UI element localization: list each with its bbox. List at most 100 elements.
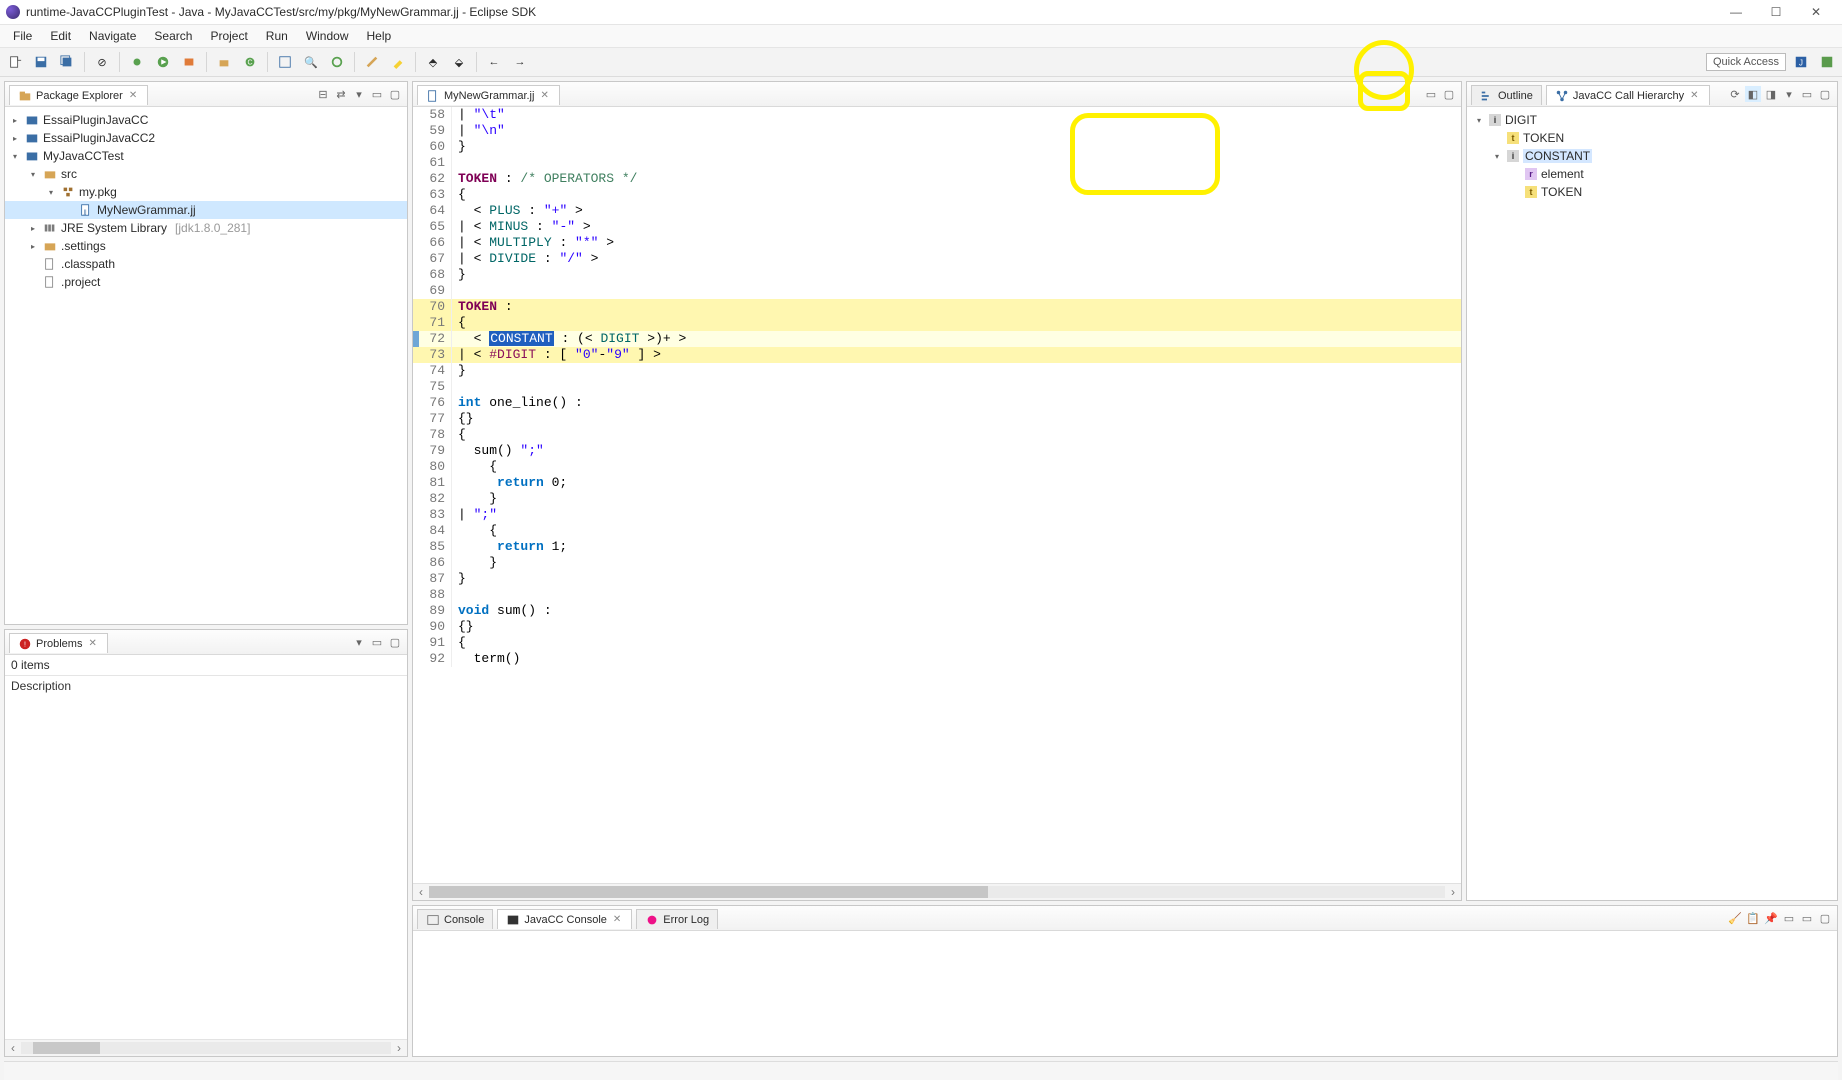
close-icon[interactable]: ✕ xyxy=(1688,90,1700,101)
svg-text:J: J xyxy=(1799,59,1803,68)
maximize-view-button[interactable]: ▢ xyxy=(1441,86,1457,102)
file-row[interactable]: jj MyNewGrammar.jj xyxy=(5,201,407,219)
tree-row[interactable]: ▾ i DIGIT xyxy=(1469,111,1835,129)
new-class-button[interactable]: C xyxy=(239,51,261,73)
source-folder-row[interactable]: ▾ src xyxy=(5,165,407,183)
close-icon[interactable]: ✕ xyxy=(127,90,139,101)
project-row[interactable]: ▾ MyJavaCCTest xyxy=(5,147,407,165)
history-button[interactable]: ▾ xyxy=(1781,86,1797,102)
tree-row[interactable]: r element xyxy=(1469,165,1835,183)
skip-breakpoints-button[interactable]: ⊘ xyxy=(91,51,113,73)
package-explorer-tree[interactable]: ▸ EssaiPluginJavaCC ▸ EssaiPluginJavaCC2… xyxy=(5,107,407,295)
menu-edit[interactable]: Edit xyxy=(41,27,80,45)
maximize-view-button[interactable]: ▢ xyxy=(387,86,403,102)
new-button[interactable] xyxy=(4,51,26,73)
collapse-all-button[interactable]: ⊟ xyxy=(315,86,331,102)
project-row[interactable]: ▸ EssaiPluginJavaCC2 xyxy=(5,129,407,147)
new-package-button[interactable] xyxy=(213,51,235,73)
minimize-view-button[interactable]: ▭ xyxy=(369,634,385,650)
back-button[interactable]: ← xyxy=(483,51,505,73)
clear-console-button[interactable]: 🧹 xyxy=(1727,910,1743,926)
problems-tab[interactable]: ! Problems ✕ xyxy=(9,633,108,653)
maximize-view-button[interactable]: ▢ xyxy=(1817,910,1833,926)
tree-row[interactable]: t TOKEN xyxy=(1469,183,1835,201)
ext-tools-button[interactable] xyxy=(178,51,200,73)
maximize-view-button[interactable]: ▢ xyxy=(1817,86,1833,102)
menu-file[interactable]: File xyxy=(4,27,41,45)
error-log-tab[interactable]: Error Log xyxy=(636,909,718,929)
menu-window[interactable]: Window xyxy=(297,27,358,45)
close-icon[interactable]: ✕ xyxy=(86,638,98,649)
jre-version: [jdk1.8.0_281] xyxy=(171,221,250,235)
callees-button[interactable]: ◨ xyxy=(1763,86,1779,102)
close-icon[interactable]: ✕ xyxy=(611,914,623,925)
copy-console-button[interactable]: 📋 xyxy=(1745,910,1761,926)
menu-help[interactable]: Help xyxy=(358,27,401,45)
save-all-button[interactable] xyxy=(56,51,78,73)
perspective-debug-button[interactable] xyxy=(1816,51,1838,73)
open-type-button[interactable] xyxy=(274,51,296,73)
menu-project[interactable]: Project xyxy=(201,27,256,45)
project-row[interactable]: ▸ EssaiPluginJavaCC xyxy=(5,111,407,129)
tree-row[interactable]: t TOKEN xyxy=(1469,129,1835,147)
maximize-button[interactable]: ☐ xyxy=(1756,1,1796,23)
forward-button[interactable]: → xyxy=(509,51,531,73)
problems-hscrollbar[interactable]: ‹› xyxy=(5,1039,407,1056)
file-row[interactable]: .project xyxy=(5,273,407,291)
call-hierarchy-tab[interactable]: JavaCC Call Hierarchy ✕ xyxy=(1546,85,1710,105)
error-log-tab-label: Error Log xyxy=(663,914,709,926)
menu-run[interactable]: Run xyxy=(257,27,297,45)
view-menu-button[interactable]: ▾ xyxy=(351,86,367,102)
close-window-button[interactable]: ✕ xyxy=(1796,1,1836,23)
quick-access[interactable]: Quick Access xyxy=(1706,53,1786,71)
problems-icon: ! xyxy=(18,637,32,651)
editor-content[interactable]: 58| "\t"59| "\n"60}6162TOKEN : /* OPERAT… xyxy=(413,107,1461,667)
jre-row[interactable]: ▸ JRE System Library [jdk1.8.0_281] xyxy=(5,219,407,237)
save-button[interactable] xyxy=(30,51,52,73)
search-button[interactable]: 🔍 xyxy=(300,51,322,73)
perspective-java-button[interactable]: J xyxy=(1790,51,1812,73)
javacc-console-tab[interactable]: JavaCC Console ✕ xyxy=(497,909,632,929)
minimize-view-button[interactable]: ▭ xyxy=(1799,86,1815,102)
file-label: .project xyxy=(61,275,100,289)
callers-button[interactable]: ◧ xyxy=(1745,86,1761,102)
file-row[interactable]: .classpath xyxy=(5,255,407,273)
menu-search[interactable]: Search xyxy=(145,27,201,45)
console-tab[interactable]: Console xyxy=(417,909,493,929)
next-annot-button[interactable]: ⬙ xyxy=(448,51,470,73)
package-explorer-tab[interactable]: Package Explorer ✕ xyxy=(9,85,148,105)
toggle-mark-button[interactable] xyxy=(361,51,383,73)
minimize-button[interactable]: — xyxy=(1716,1,1756,23)
open-task-button[interactable] xyxy=(326,51,348,73)
view-menu-button[interactable]: ▾ xyxy=(351,634,367,650)
identifier-icon: i xyxy=(1507,150,1519,162)
tree-row[interactable]: ▾ i CONSTANT xyxy=(1469,147,1835,165)
editor-tab[interactable]: MyNewGrammar.jj ✕ xyxy=(417,85,560,105)
pin-console-button[interactable]: 📌 xyxy=(1763,910,1779,926)
highlight-button[interactable] xyxy=(387,51,409,73)
editor-view: MyNewGrammar.jj ✕ ▭ ▢ 58| "\t"59| "\n"60… xyxy=(412,81,1462,901)
debug-button[interactable] xyxy=(126,51,148,73)
minimize-view-button[interactable]: ▭ xyxy=(1799,910,1815,926)
editor-tab-label: MyNewGrammar.jj xyxy=(444,90,534,102)
refresh-button[interactable]: ⟳ xyxy=(1727,86,1743,102)
project-icon xyxy=(25,113,39,127)
link-editor-button[interactable]: ⇄ xyxy=(333,86,349,102)
maximize-view-button[interactable]: ▢ xyxy=(387,634,403,650)
eclipse-icon xyxy=(6,5,20,19)
display-console-button[interactable]: ▭ xyxy=(1781,910,1797,926)
prev-annot-button[interactable]: ⬘ xyxy=(422,51,444,73)
run-button[interactable] xyxy=(152,51,174,73)
problems-column-header[interactable]: Description xyxy=(5,676,407,696)
editor-hscrollbar[interactable]: ‹› xyxy=(413,883,1461,900)
folder-label: .settings xyxy=(61,239,106,253)
minimize-view-button[interactable]: ▭ xyxy=(369,86,385,102)
minimize-view-button[interactable]: ▭ xyxy=(1423,86,1439,102)
call-hierarchy-tree[interactable]: ▾ i DIGIT t TOKEN ▾ i CONSTANT r e xyxy=(1467,107,1837,205)
outline-tab[interactable]: Outline xyxy=(1471,85,1542,105)
menu-navigate[interactable]: Navigate xyxy=(80,27,145,45)
close-icon[interactable]: ✕ xyxy=(538,90,550,101)
source-folder-icon xyxy=(43,167,57,181)
folder-row[interactable]: ▸ .settings xyxy=(5,237,407,255)
package-row[interactable]: ▾ my.pkg xyxy=(5,183,407,201)
